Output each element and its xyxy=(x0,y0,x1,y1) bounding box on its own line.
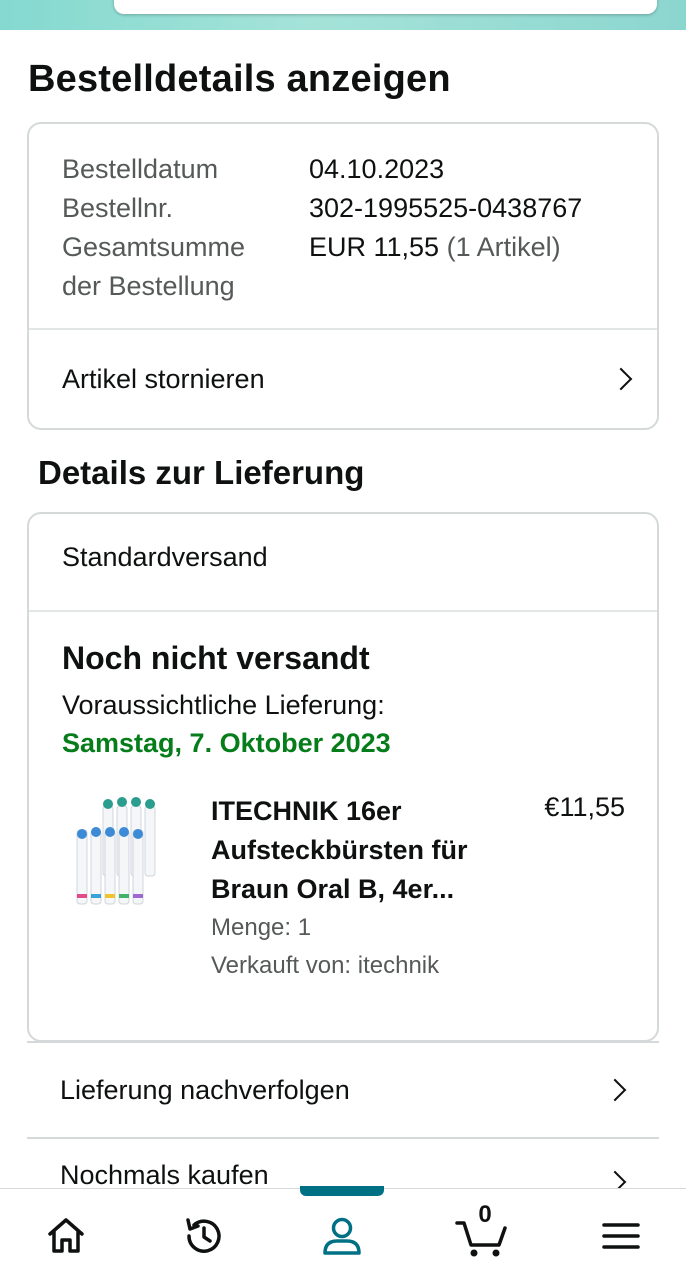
divider xyxy=(29,610,657,612)
cart-count: 0 xyxy=(478,1201,492,1228)
product-title-link[interactable]: ITECHNIK 16er Aufsteckbürsten für Braun … xyxy=(211,792,501,909)
product-image[interactable] xyxy=(65,794,175,910)
product-title-line1: ITECHNIK 16er xyxy=(211,796,402,826)
bottom-navigation: 0 xyxy=(0,1186,686,1280)
menu-icon xyxy=(602,1223,640,1249)
order-number-value: 302-1995525-0438767 xyxy=(309,193,583,223)
order-values: 04.10.2023 302-1995525-0438767 EUR 11,55… xyxy=(309,150,582,267)
history-icon xyxy=(186,1218,221,1253)
buy-again-label: Nochmals kaufen xyxy=(60,1160,269,1190)
order-total-amount: EUR 11,55 xyxy=(309,232,440,262)
nav-history[interactable] xyxy=(179,1211,229,1261)
product-title-line2: Aufsteckbürsten für xyxy=(211,835,468,865)
expected-delivery-label: Voraussichtliche Lieferung: xyxy=(62,690,385,720)
chevron-right-icon xyxy=(603,1078,627,1102)
order-date-value: 04.10.2023 xyxy=(309,154,445,184)
toothbrush-heads-icon xyxy=(76,797,156,905)
product-title-line3: Braun Oral B, 4er... xyxy=(211,874,455,904)
order-total-label-2: der Bestellung xyxy=(62,271,235,301)
order-total-value: EUR 11,55 (1 Artikel) xyxy=(309,228,582,267)
nav-menu[interactable] xyxy=(596,1211,646,1261)
order-total-label-1: Gesamtsumme xyxy=(62,232,246,262)
shipment-status: Noch nicht versandt xyxy=(62,640,370,676)
order-date-label: Bestelldatum xyxy=(62,154,219,184)
search-bar[interactable] xyxy=(114,0,657,14)
product-price: €11,55 xyxy=(544,792,625,822)
order-summary-card: Bestelldatum Bestellnr. Gesamtsumme der … xyxy=(27,122,659,430)
order-labels: Bestelldatum Bestellnr. Gesamtsumme der … xyxy=(62,150,245,306)
chevron-right-icon xyxy=(609,367,633,391)
shipping-method: Standardversand xyxy=(62,542,268,572)
account-icon xyxy=(323,1217,361,1255)
track-delivery-link[interactable]: Lieferung nachverfolgen xyxy=(27,1043,659,1137)
order-number-label: Bestellnr. xyxy=(62,193,174,223)
track-delivery-label: Lieferung nachverfolgen xyxy=(60,1074,350,1105)
delivery-card: Standardversand Noch nicht versandt Vora… xyxy=(27,512,659,1042)
home-icon xyxy=(48,1218,84,1253)
product-quantity: Menge: 1 xyxy=(211,914,312,941)
delivery-section-title: Details zur Lieferung xyxy=(38,454,365,491)
order-total-items: (1 Artikel) xyxy=(446,232,561,262)
page-title: Bestelldetails anzeigen xyxy=(28,58,451,100)
product-seller: Verkauft von: itechnik xyxy=(211,952,440,979)
cancel-items-label: Artikel stornieren xyxy=(62,363,265,394)
divider xyxy=(27,1137,659,1139)
active-tab-indicator xyxy=(300,1186,384,1196)
expected-delivery-date: Samstag, 7. Oktober 2023 xyxy=(62,728,391,758)
nav-home[interactable] xyxy=(41,1211,91,1261)
cancel-items-link[interactable]: Artikel stornieren xyxy=(29,330,657,428)
nav-account[interactable] xyxy=(317,1211,367,1261)
nav-cart[interactable]: 0 xyxy=(455,1201,511,1261)
